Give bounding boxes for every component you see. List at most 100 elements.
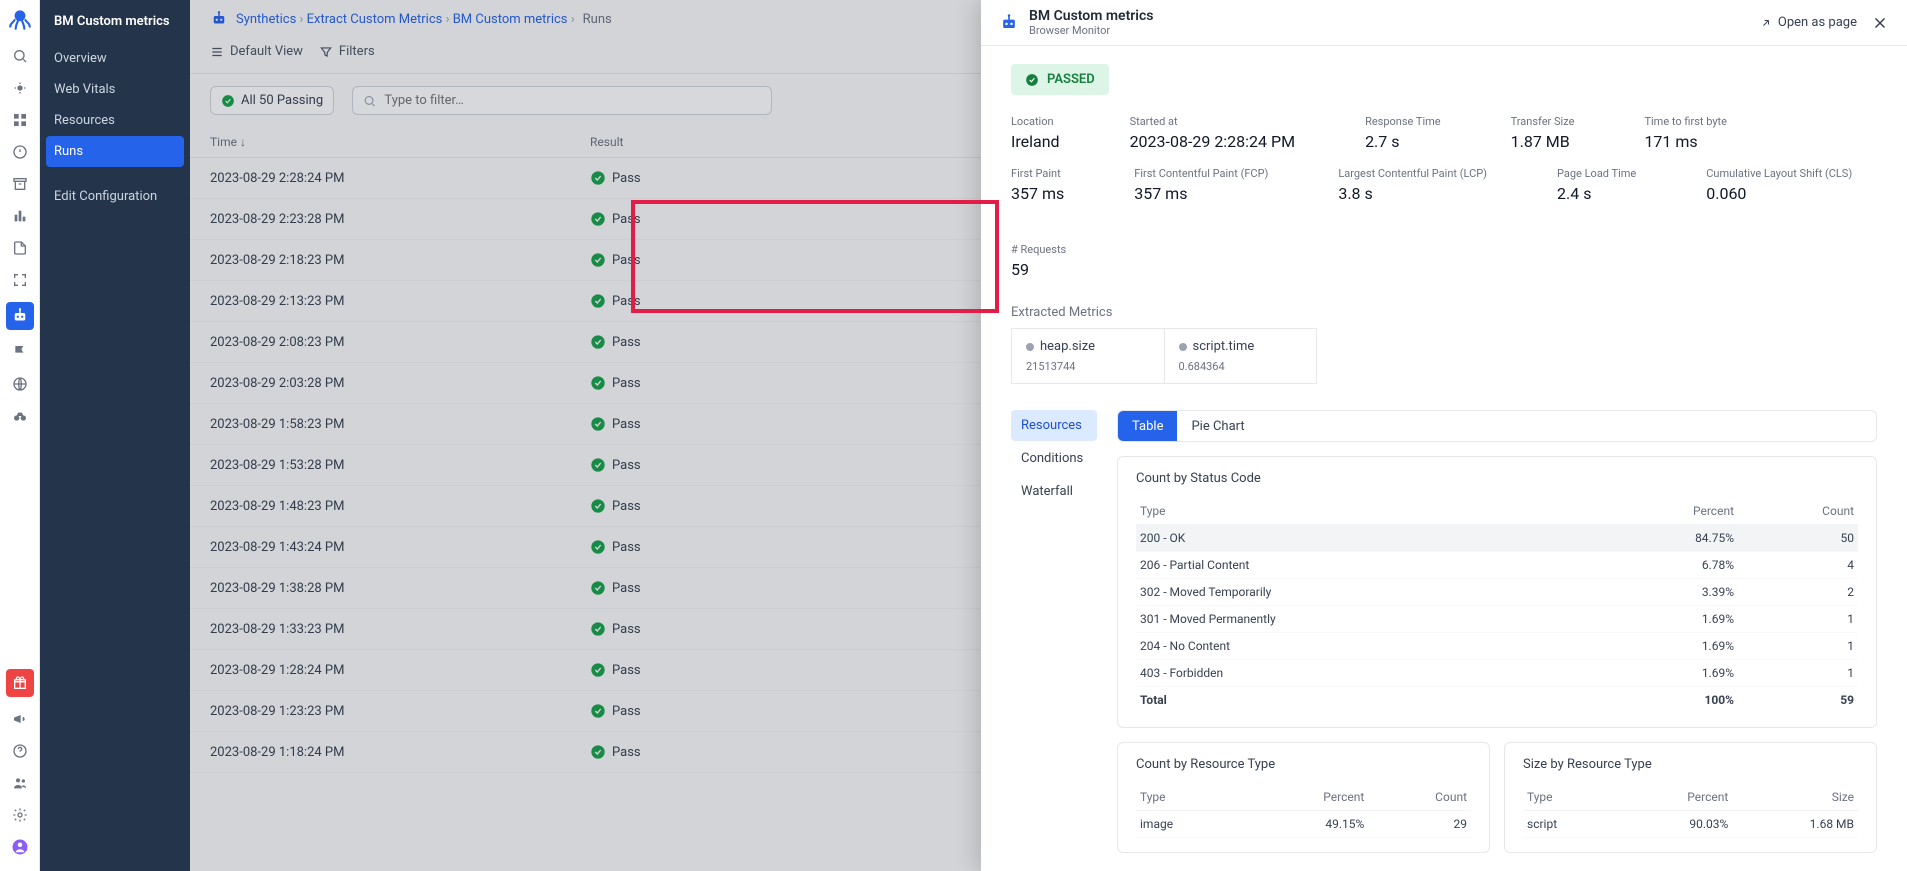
run-result: Pass (590, 662, 641, 678)
view-tab[interactable]: Conditions (1011, 443, 1097, 474)
bug-icon[interactable] (10, 78, 30, 98)
icon-rail (0, 0, 40, 871)
chart-chip[interactable]: Table (1118, 411, 1177, 441)
sidebar-item[interactable]: Overview (40, 43, 190, 74)
team-icon[interactable] (10, 773, 30, 793)
check-circle-icon (590, 170, 606, 186)
panel-subtitle: Browser Monitor (1029, 24, 1153, 37)
metric-value: 2.7 s (1365, 132, 1441, 151)
run-time: 2023-08-29 2:28:24 PM (210, 171, 590, 186)
sidebar-item[interactable]: Resources (40, 105, 190, 136)
breadcrumb-link[interactable]: BM Custom metrics (453, 12, 568, 27)
breadcrumb-link[interactable]: Extract Custom Metrics (307, 12, 443, 27)
table-row: 302 - Moved Temporarily3.39%2 (1136, 579, 1858, 606)
metric-cell: Transfer Size1.87 MB (1511, 115, 1575, 151)
check-circle-icon (590, 457, 606, 473)
metric-cell: Largest Contentful Paint (LCP)3.8 s (1338, 167, 1487, 203)
view-tab[interactable]: Waterfall (1011, 476, 1097, 507)
breadcrumb-link[interactable]: Synthetics (236, 12, 296, 27)
metric-value: 2.4 s (1557, 184, 1636, 203)
metric-cell: Time to first byte171 ms (1644, 115, 1727, 151)
run-result: Pass (590, 539, 641, 555)
status-badge: PASSED (1011, 64, 1109, 95)
run-result: Pass (590, 334, 641, 350)
run-result: Pass (590, 703, 641, 719)
run-time: 2023-08-29 2:03:28 PM (210, 376, 590, 391)
metric-cell: Cumulative Layout Shift (CLS)0.060 (1706, 167, 1852, 203)
extracted-value: 0.684364 (1179, 360, 1303, 373)
detail-panel: BM Custom metrics Browser Monitor Open a… (981, 0, 1907, 871)
close-icon[interactable] (1871, 14, 1889, 32)
extracted-metrics-grid: heap.size21513744script.time0.684364 (1011, 328, 1317, 384)
check-circle-icon (590, 539, 606, 555)
metric-cell: LocationIreland (1011, 115, 1060, 151)
run-result: Pass (590, 498, 641, 514)
sidebar-item[interactable]: Web Vitals (40, 74, 190, 105)
metric-label: Started at (1130, 115, 1296, 128)
run-time: 2023-08-29 2:18:23 PM (210, 253, 590, 268)
chart-icon[interactable] (10, 206, 30, 226)
metrics-summary-1: LocationIrelandStarted at2023-08-29 2:28… (1011, 115, 1877, 151)
archive-icon[interactable] (10, 174, 30, 194)
binoculars-icon[interactable] (10, 406, 30, 426)
avatar-icon[interactable] (10, 837, 30, 857)
check-circle-icon (590, 211, 606, 227)
search-input-wrapper[interactable] (352, 86, 772, 115)
metric-value: 1.87 MB (1511, 132, 1575, 151)
metric-label: Response Time (1365, 115, 1441, 128)
external-link-icon (1760, 17, 1772, 29)
filter-input[interactable] (384, 93, 761, 108)
check-circle-icon (590, 580, 606, 596)
sidebar-item[interactable]: Runs (46, 136, 184, 167)
help-icon[interactable] (10, 741, 30, 761)
info-icon[interactable] (10, 142, 30, 162)
metric-cell: Page Load Time2.4 s (1557, 167, 1636, 203)
filters-label: Filters (339, 44, 375, 59)
context-sidebar: BM Custom metrics OverviewWeb VitalsReso… (40, 0, 190, 871)
col-percent: Percent (1598, 498, 1738, 525)
search-icon[interactable] (10, 46, 30, 66)
col-count: Count (1738, 498, 1858, 525)
col-type: Type (1136, 498, 1598, 525)
check-circle-icon (590, 334, 606, 350)
globe-icon[interactable] (10, 374, 30, 394)
check-circle-icon (590, 662, 606, 678)
table-row: 403 - Forbidden1.69%1 (1136, 660, 1858, 687)
robot-icon[interactable] (6, 302, 34, 330)
view-row: ResourcesConditionsWaterfall TablePie Ch… (1011, 410, 1877, 853)
megaphone-icon[interactable] (10, 709, 30, 729)
metric-label: First Contentful Paint (FCP) (1134, 167, 1268, 180)
extracted-metrics-title: Extracted Metrics (1011, 305, 1877, 320)
gift-icon[interactable] (6, 669, 34, 697)
robot-icon (999, 13, 1019, 33)
grid-icon[interactable] (10, 110, 30, 130)
view-tab[interactable]: Resources (1011, 410, 1097, 441)
chart-view-chips: TablePie Chart (1117, 410, 1877, 442)
metric-value: 357 ms (1134, 184, 1268, 203)
file-icon[interactable] (10, 238, 30, 258)
metric-label: # Requests (1011, 243, 1066, 256)
gear-icon[interactable] (10, 805, 30, 825)
filters-button[interactable]: Filters (319, 44, 375, 59)
sidebar-item[interactable]: Edit Configuration (40, 181, 190, 212)
col-time[interactable]: Time ↓ (210, 135, 590, 149)
check-circle-icon (1025, 73, 1039, 87)
flag-icon[interactable] (10, 342, 30, 362)
fullscreen-icon[interactable] (10, 270, 30, 290)
col-result[interactable]: Result (590, 135, 623, 149)
status-code-table: Type Percent Count 200 - OK84.75%50206 -… (1136, 498, 1858, 713)
default-view-label: Default View (230, 44, 303, 59)
default-view-button[interactable]: Default View (210, 44, 303, 59)
passing-badge[interactable]: All 50 Passing (210, 86, 334, 115)
table-row: 200 - OK84.75%50 (1136, 525, 1858, 552)
check-circle-icon (590, 293, 606, 309)
logo-icon[interactable] (7, 6, 33, 26)
size-type-title: Size by Resource Type (1523, 757, 1858, 772)
run-time: 2023-08-29 1:33:23 PM (210, 622, 590, 637)
breadcrumb-current: Runs (583, 12, 612, 27)
chart-chip[interactable]: Pie Chart (1177, 411, 1258, 441)
open-as-page-button[interactable]: Open as page (1760, 15, 1857, 30)
metric-cell: # Requests59 (1011, 243, 1066, 279)
metric-label: Cumulative Layout Shift (CLS) (1706, 167, 1852, 180)
resource-type-card: Count by Resource Type Type Percent Coun… (1117, 742, 1490, 853)
